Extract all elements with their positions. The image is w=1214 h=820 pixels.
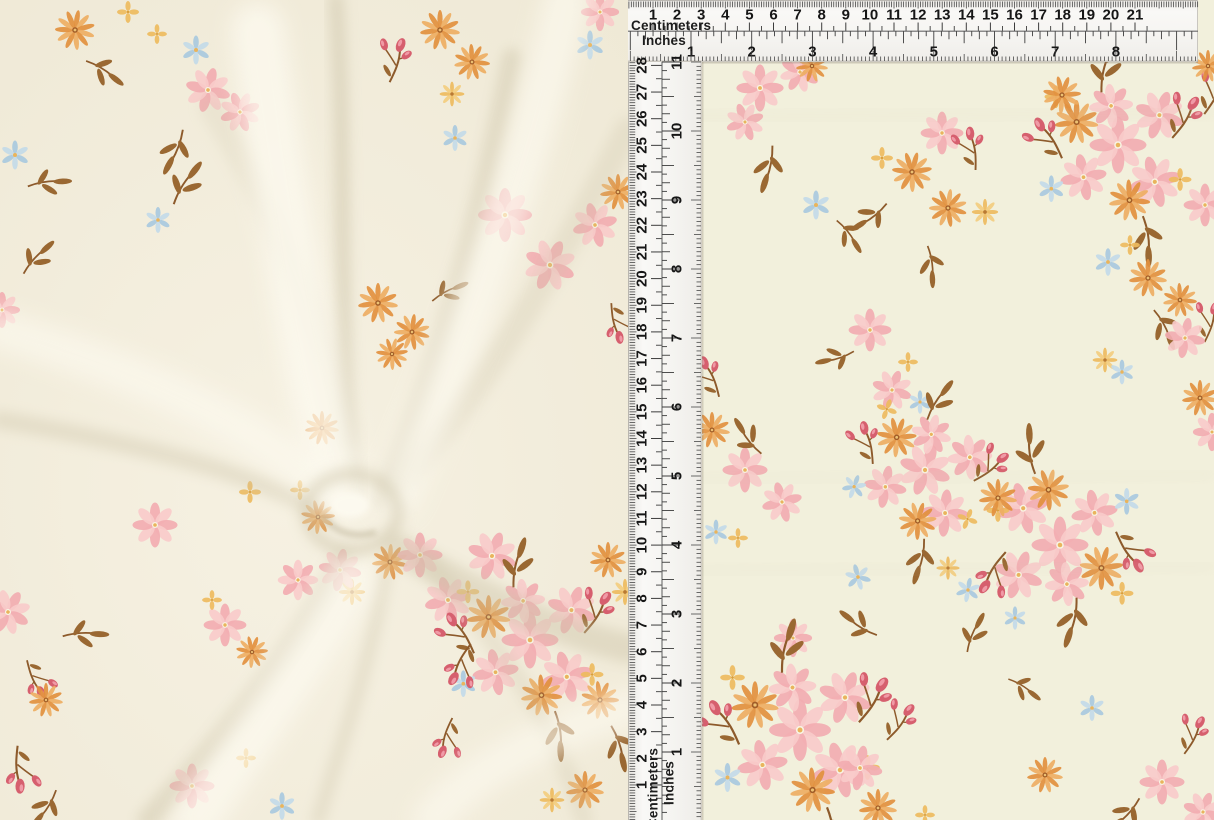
cm-number: 9 [842, 7, 850, 24]
cm-number: 21 [1127, 7, 1144, 24]
flower-motif [133, 503, 178, 548]
cm-number: 28 [633, 57, 650, 74]
cm-number: 7 [633, 621, 650, 629]
cm-number: 19 [633, 297, 650, 314]
cm-number: 4 [633, 700, 650, 709]
cm-number: 7 [793, 7, 801, 24]
cm-number: 5 [745, 7, 753, 24]
cm-number: 26 [633, 110, 650, 127]
cm-number: 24 [633, 163, 650, 180]
flower-motif [972, 199, 998, 225]
fabric-product-photo: 1234567891011121314151617181920211234567… [0, 0, 1214, 820]
cm-number: 11 [886, 7, 902, 24]
cm-number: 13 [934, 7, 951, 24]
inch-number: 11 [668, 54, 685, 70]
inch-number: 9 [668, 196, 685, 204]
inch-number: 2 [668, 679, 685, 687]
cm-number: 20 [1103, 7, 1120, 24]
cm-number: 8 [633, 594, 650, 602]
cm-number: 3 [633, 727, 650, 735]
flower-motif [849, 309, 892, 352]
cm-number: 11 [633, 511, 650, 527]
swirled-fabric-photo [0, 0, 643, 820]
ruler-shadow [701, 62, 704, 820]
cm-number: 15 [633, 404, 650, 421]
inch-number: 3 [668, 610, 685, 618]
cm-number: 25 [633, 137, 650, 154]
flower-motif [540, 788, 565, 813]
vertical-ruler: 1234567891011121314151617181920212223242… [628, 54, 704, 820]
flower-motif [736, 64, 783, 111]
cm-number: 19 [1078, 7, 1095, 24]
cm-number: 12 [633, 483, 650, 500]
cm-number: 15 [982, 7, 999, 24]
horizontal-ruler: 1234567891011121314151617181920211234567… [628, 0, 1198, 64]
inch-number: 7 [668, 334, 685, 342]
cm-number: 6 [769, 7, 777, 24]
flower-motif [440, 82, 465, 107]
cm-number: 23 [633, 190, 650, 207]
cm-number: 9 [633, 568, 650, 576]
cm-number: 5 [633, 674, 650, 682]
inch-number: 1 [668, 748, 685, 756]
cm-number: 27 [633, 84, 650, 101]
cm-number: 20 [633, 270, 650, 287]
cm-number: 22 [633, 217, 650, 234]
inch-number: 4 [668, 540, 685, 549]
cm-number: 14 [958, 7, 975, 24]
horizontal-ruler-centimeters-label: Centimeters [631, 19, 711, 33]
swirl-knot-highlight [331, 493, 369, 517]
flat-fabric-swatch [628, 0, 1214, 820]
inch-number: 5 [668, 472, 685, 480]
vertical-ruler-inches-label: Inches [662, 761, 676, 805]
vertical-ruler-centimeters-label: Centimeters [646, 748, 660, 820]
cm-number: 8 [818, 7, 826, 24]
cm-number: 16 [1006, 7, 1023, 24]
cm-number: 18 [1054, 7, 1071, 24]
cm-number: 16 [633, 377, 650, 394]
cm-number: 10 [862, 7, 879, 24]
inch-number: 10 [668, 123, 685, 140]
cm-number: 18 [633, 324, 650, 341]
cm-number: 4 [721, 7, 730, 24]
cm-number: 12 [910, 7, 927, 24]
cm-number: 14 [633, 430, 650, 447]
cm-number: 6 [633, 648, 650, 656]
inch-number: 6 [668, 403, 685, 411]
inch-number: 8 [668, 265, 685, 273]
flower-motif [204, 604, 247, 647]
cm-number: 10 [633, 537, 650, 554]
horizontal-ruler-inches-label: Inches [642, 34, 686, 48]
cm-number: 13 [633, 457, 650, 474]
cm-number: 17 [633, 350, 650, 367]
cm-number: 17 [1030, 7, 1047, 24]
cm-number: 21 [633, 244, 650, 261]
flower-motif [921, 112, 964, 155]
flower-motif [1140, 760, 1185, 805]
photo-canvas: 1234567891011121314151617181920211234567… [0, 0, 1214, 820]
